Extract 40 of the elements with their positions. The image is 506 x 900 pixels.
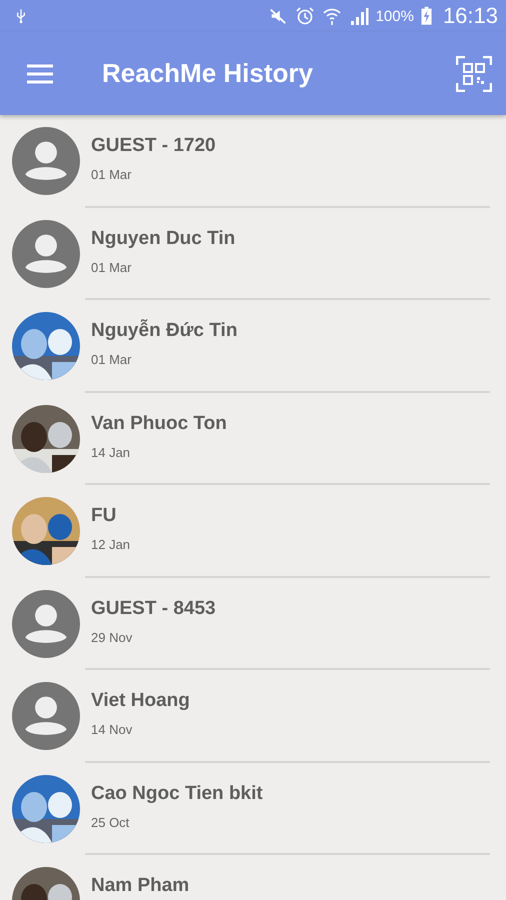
contact-name: Van Phuoc Ton <box>91 412 227 434</box>
battery-charging-icon <box>420 6 432 26</box>
contact-row[interactable]: Nguyễn Đức Tin 01 Mar <box>0 300 506 392</box>
contact-date: 01 Mar <box>91 260 132 274</box>
contact-row[interactable]: Nguyen Duc Tin 01 Mar <box>0 208 506 300</box>
default-avatar-icon <box>12 220 80 288</box>
wifi-icon <box>322 6 342 26</box>
clock-time: 16:13 <box>442 3 498 29</box>
contact-row[interactable]: FU 12 Jan <box>0 485 506 578</box>
default-avatar-icon <box>12 682 80 750</box>
qr-code-button[interactable] <box>456 56 492 92</box>
contact-name: Viet Hoang <box>91 690 190 712</box>
app-title: ReachMe History <box>102 58 314 89</box>
default-avatar-icon <box>12 590 80 658</box>
contact-date: 14 Nov <box>91 722 134 737</box>
battery-percentage: 100% <box>376 8 414 24</box>
default-avatar-icon <box>12 127 80 196</box>
contact-row[interactable]: Van Phuoc Ton 14 Jan <box>0 392 506 485</box>
contact-date: 25 Oct <box>91 814 130 830</box>
contact-name: Nam Pham <box>91 875 190 897</box>
mute-icon <box>268 7 288 25</box>
usb-icon <box>16 8 26 24</box>
contact-row[interactable]: Cao Ngoc Tien bkit 25 Oct <box>0 762 506 855</box>
contact-name: Nguyễn Đức Tin <box>91 320 238 342</box>
contact-row[interactable]: GUEST - 1720 01 Mar <box>0 115 506 208</box>
menu-button[interactable] <box>27 64 53 84</box>
contact-name: Nguyen Duc Tin <box>91 228 236 250</box>
contact-date: 14 Jan <box>91 444 132 460</box>
contact-date: 01 Mar <box>91 352 132 367</box>
alarm-icon <box>294 6 315 26</box>
signal-icon <box>348 6 369 26</box>
contact-name: GUEST - 8453 <box>91 598 216 620</box>
contact-date: 01 Mar <box>91 167 132 182</box>
contact-date: 29 Nov <box>91 630 134 644</box>
contact-name: FU <box>91 505 118 527</box>
contact-date: 12 Jan <box>91 537 130 552</box>
contact-row[interactable]: GUEST - 8453 29 Nov <box>0 578 506 670</box>
contact-name: Cao Ngoc Tien bkit <box>91 782 263 804</box>
contact-row[interactable]: Viet Hoang 14 Nov <box>0 670 506 762</box>
contact-name: GUEST - 1720 <box>91 135 216 157</box>
